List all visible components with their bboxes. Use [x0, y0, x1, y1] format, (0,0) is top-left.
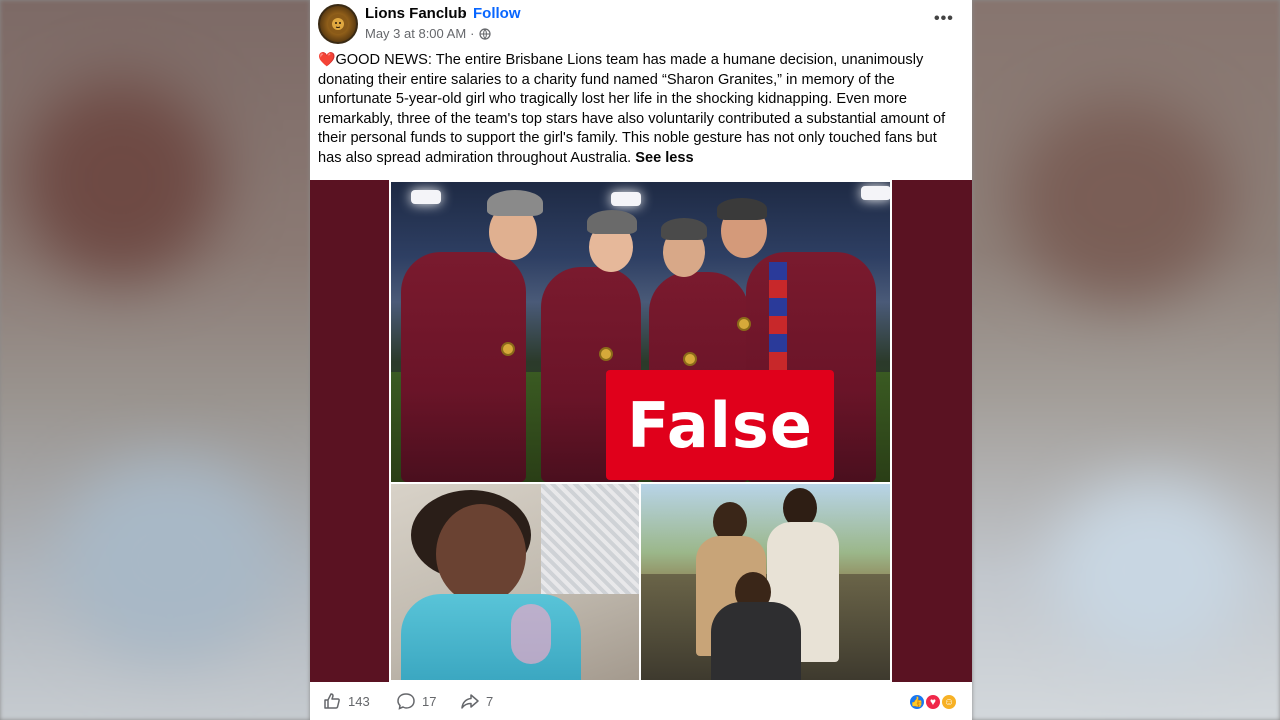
player-1	[401, 252, 526, 482]
post-meta: May 3 at 8:00 AM ·	[365, 26, 491, 41]
comment-button[interactable]: 17	[396, 691, 436, 711]
like-icon	[324, 693, 340, 709]
follow-button[interactable]: Follow	[473, 5, 521, 22]
heart-emoji-icon: ❤️	[318, 51, 336, 67]
post-header: Lions Fanclub · Follow May 3 at 8:00 AM …	[310, 0, 972, 46]
post-body: ❤️GOOD NEWS: The entire Brisbane Lions t…	[318, 50, 958, 169]
page-name-link[interactable]: Lions Fanclub	[365, 5, 467, 22]
post-footer: 143 17 7 👍 ♥ ☺	[310, 682, 972, 720]
reactions-summary[interactable]: 👍 ♥ ☺	[908, 693, 960, 711]
shares-count: 7	[486, 693, 494, 709]
page-avatar[interactable]	[318, 4, 358, 44]
share-button[interactable]: 7	[460, 691, 493, 711]
fact-check-false-badge: False	[606, 370, 834, 480]
share-icon	[461, 694, 479, 709]
lion-logo-icon	[328, 14, 348, 34]
image-collage: False	[389, 180, 892, 682]
comments-count: 17	[422, 693, 437, 709]
background-left	[0, 0, 310, 720]
like-reaction-icon: 👍	[908, 693, 926, 711]
background-right	[972, 0, 1280, 720]
globe-icon[interactable]	[478, 27, 491, 40]
child-photo	[391, 484, 639, 680]
like-button[interactable]: 143	[322, 691, 370, 711]
post-timestamp[interactable]: May 3 at 8:00 AM	[365, 26, 466, 41]
love-reaction-icon: ♥	[924, 693, 942, 711]
care-reaction-icon: ☺	[940, 693, 958, 711]
more-horizontal-icon[interactable]: •••	[934, 10, 954, 28]
name-separator: ·	[461, 5, 466, 22]
comment-icon	[397, 693, 415, 710]
family-photo	[641, 484, 890, 680]
post-body-text: GOOD NEWS: The entire Brisbane Lions tea…	[318, 52, 946, 166]
post-media[interactable]: False	[310, 180, 972, 682]
likes-count: 143	[348, 693, 370, 709]
facebook-post: Lions Fanclub · Follow May 3 at 8:00 AM …	[310, 0, 972, 720]
see-less-link[interactable]: See less	[635, 150, 693, 166]
meta-separator: ·	[470, 26, 475, 41]
